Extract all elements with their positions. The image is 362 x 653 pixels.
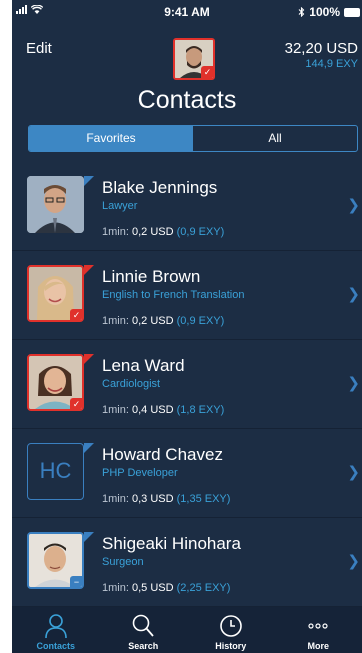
balance-usd: 32,20 USD — [284, 40, 358, 57]
contact-role: PHP Developer — [102, 467, 178, 479]
rate-exy: (1,35 EXY) — [176, 493, 231, 505]
verified-check-icon: ✓ — [70, 309, 82, 320]
profile-avatar[interactable]: ✓ — [173, 38, 215, 80]
balance-exy: 144,9 EXY — [305, 58, 358, 70]
page-title: Contacts — [137, 86, 237, 114]
rate-usd: 0,2 USD — [131, 226, 174, 238]
verified-check-icon: ✓ — [70, 398, 82, 409]
contact-list: Blake Jennings Lawyer 1min: 0,2 USD (0,9… — [12, 162, 362, 607]
contact-avatar — [27, 176, 84, 233]
tab-label: More — [307, 641, 329, 651]
chevron-right-icon: ❯ — [347, 553, 360, 570]
verified-check-icon: ✓ — [201, 66, 213, 78]
contact-avatar: ✓ — [27, 265, 84, 322]
rate-label: 1min: — [102, 315, 129, 327]
chevron-right-icon: ❯ — [347, 197, 360, 214]
contact-photo — [27, 176, 84, 233]
rate-exy: (0,9 EXY) — [176, 315, 225, 327]
favorite-flag — [84, 265, 94, 275]
contact-rate: 1min: 0,4 USD (1,8 EXY) — [102, 404, 224, 416]
favorite-flag — [84, 354, 94, 364]
chevron-right-icon: ❯ — [347, 286, 360, 303]
contact-rate: 1min: 0,2 USD (0,9 EXY) — [102, 315, 224, 327]
favorite-flag — [84, 176, 94, 186]
rate-exy: (2,25 EXY) — [176, 582, 231, 594]
contact-name: Shigeaki Hinohara — [102, 534, 241, 553]
contact-row[interactable]: HC Howard Chavez PHP Developer 1min: 0,3… — [12, 429, 362, 518]
tab-contacts[interactable]: Contacts — [12, 607, 100, 653]
contact-row[interactable]: ✓ Linnie Brown English to French Transla… — [12, 251, 362, 340]
tab-bar: Contacts Search History More — [12, 607, 362, 653]
status-bar: 9:41 AM 100% — [12, 0, 362, 22]
contact-name: Linnie Brown — [102, 267, 201, 286]
contact-role: Lawyer — [102, 200, 138, 212]
status-right: 100% — [298, 5, 360, 19]
rate-exy: (1,8 EXY) — [176, 404, 225, 416]
contact-role: English to French Translation — [102, 289, 245, 301]
remove-minus-icon: − — [70, 576, 82, 587]
edit-button[interactable]: Edit — [26, 40, 52, 57]
contact-name: Lena Ward — [102, 356, 185, 375]
more-dots-icon — [308, 623, 328, 629]
clock-icon — [219, 615, 242, 637]
person-icon — [44, 614, 67, 639]
contact-avatar: HC — [27, 443, 84, 500]
favorite-flag — [84, 443, 94, 453]
rate-label: 1min: — [102, 493, 129, 505]
favorite-flag — [84, 532, 94, 542]
contact-name: Blake Jennings — [102, 178, 218, 197]
contact-rate: 1min: 0,2 USD (0,9 EXY) — [102, 226, 224, 238]
contact-row[interactable]: Blake Jennings Lawyer 1min: 0,2 USD (0,9… — [12, 162, 362, 251]
tab-all[interactable]: All — [193, 126, 357, 151]
contacts-screen: 9:41 AM 100% Edit ✓ 32,20 USD 144,9 EXY … — [12, 0, 362, 653]
tab-favorites[interactable]: Favorites — [29, 126, 193, 151]
contact-initials: HC — [39, 458, 72, 483]
contact-rate: 1min: 0,3 USD (1,35 EXY) — [102, 493, 230, 505]
battery-percent: 100% — [309, 5, 340, 19]
tab-label: Search — [128, 641, 159, 651]
chevron-right-icon: ❯ — [347, 464, 360, 481]
battery-icon — [344, 7, 360, 17]
contact-role: Surgeon — [102, 556, 144, 568]
tab-more[interactable]: More — [275, 607, 362, 653]
contact-avatar: ✓ — [27, 354, 84, 411]
rate-exy: (0,9 EXY) — [176, 226, 225, 238]
rate-label: 1min: — [102, 582, 129, 594]
rate-label: 1min: — [102, 404, 129, 416]
contact-name: Howard Chavez — [102, 445, 223, 464]
tab-search[interactable]: Search — [100, 607, 188, 653]
rate-usd: 0,2 USD — [131, 315, 174, 327]
tab-label: History — [215, 641, 247, 651]
rate-usd: 0,4 USD — [131, 404, 174, 416]
segmented-control: Favorites All — [28, 125, 358, 152]
balance: 32,20 USD 144,9 EXY — [285, 40, 358, 70]
rate-label: 1min: — [102, 226, 129, 238]
contact-row[interactable]: − Shigeaki Hinohara Surgeon 1min: 0,5 US… — [12, 518, 362, 607]
rate-usd: 0,5 USD — [131, 582, 174, 594]
contact-role: Cardiologist — [102, 378, 161, 390]
bluetooth-icon — [298, 7, 305, 17]
tab-history[interactable]: History — [187, 607, 275, 653]
chevron-right-icon: ❯ — [347, 375, 360, 392]
contact-avatar: − — [27, 532, 84, 589]
contact-rate: 1min: 0,5 USD (2,25 EXY) — [102, 582, 230, 594]
rate-usd: 0,3 USD — [131, 493, 174, 505]
search-icon — [132, 614, 154, 637]
tab-label: Contacts — [36, 641, 75, 651]
contact-row[interactable]: ✓ Lena Ward Cardiologist 1min: 0,4 USD (… — [12, 340, 362, 429]
